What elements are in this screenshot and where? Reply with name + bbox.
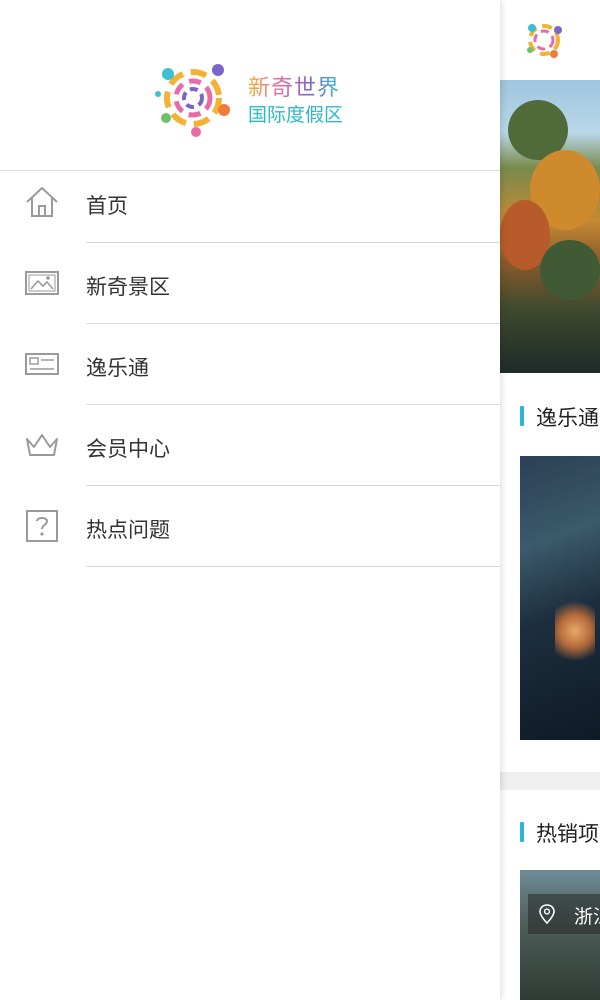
resort-logo-emblem (155, 64, 230, 137)
menu-item-scenic[interactable]: 新奇景区 (0, 243, 500, 324)
navigation-drawer: 新奇世界 国际度假区 首页 新奇景区 逸乐通 会员中心 热点问题 (0, 0, 500, 1000)
main-page: 逸乐通 热销项 浙江 (500, 0, 600, 1000)
drawer-menu: 首页 新奇景区 逸乐通 会员中心 热点问题 (0, 162, 500, 567)
crown-icon (26, 434, 58, 456)
section-title-yilettong: 逸乐通 (520, 402, 599, 432)
image-icon (25, 271, 59, 295)
menu-item-faq[interactable]: 热点问题 (0, 486, 500, 567)
menu-item-yilettong[interactable]: 逸乐通 (0, 324, 500, 405)
card-icon (25, 353, 59, 375)
menu-label: 首页 (86, 194, 128, 218)
menu-item-member-center[interactable]: 会员中心 (0, 405, 500, 486)
section-divider (500, 772, 600, 790)
menu-label: 热点问题 (86, 518, 170, 542)
menu-item-home[interactable]: 首页 (0, 162, 500, 243)
menu-label: 新奇景区 (86, 275, 170, 299)
brand-subtitle: 国际度假区 (248, 104, 344, 126)
location-chip: 浙江 (528, 894, 600, 934)
resort-logo: 新奇世界 国际度假区 (148, 54, 358, 140)
menu-label: 会员中心 (86, 437, 170, 461)
home-icon (26, 186, 58, 217)
brand-name: 新奇世界 (248, 70, 340, 102)
hot-item-image[interactable]: 浙江 (520, 870, 600, 1000)
section-title-hot-sales: 热销项 (520, 818, 599, 848)
drawer-header: 新奇世界 国际度假区 (0, 0, 500, 171)
question-icon (26, 510, 58, 542)
menu-label: 逸乐通 (86, 356, 149, 380)
featured-building-image[interactable] (520, 456, 600, 740)
location-text: 浙江 (574, 906, 600, 928)
location-pin-icon (539, 904, 555, 924)
resort-logo-small (527, 24, 562, 58)
hero-banner-image[interactable] (500, 80, 600, 373)
